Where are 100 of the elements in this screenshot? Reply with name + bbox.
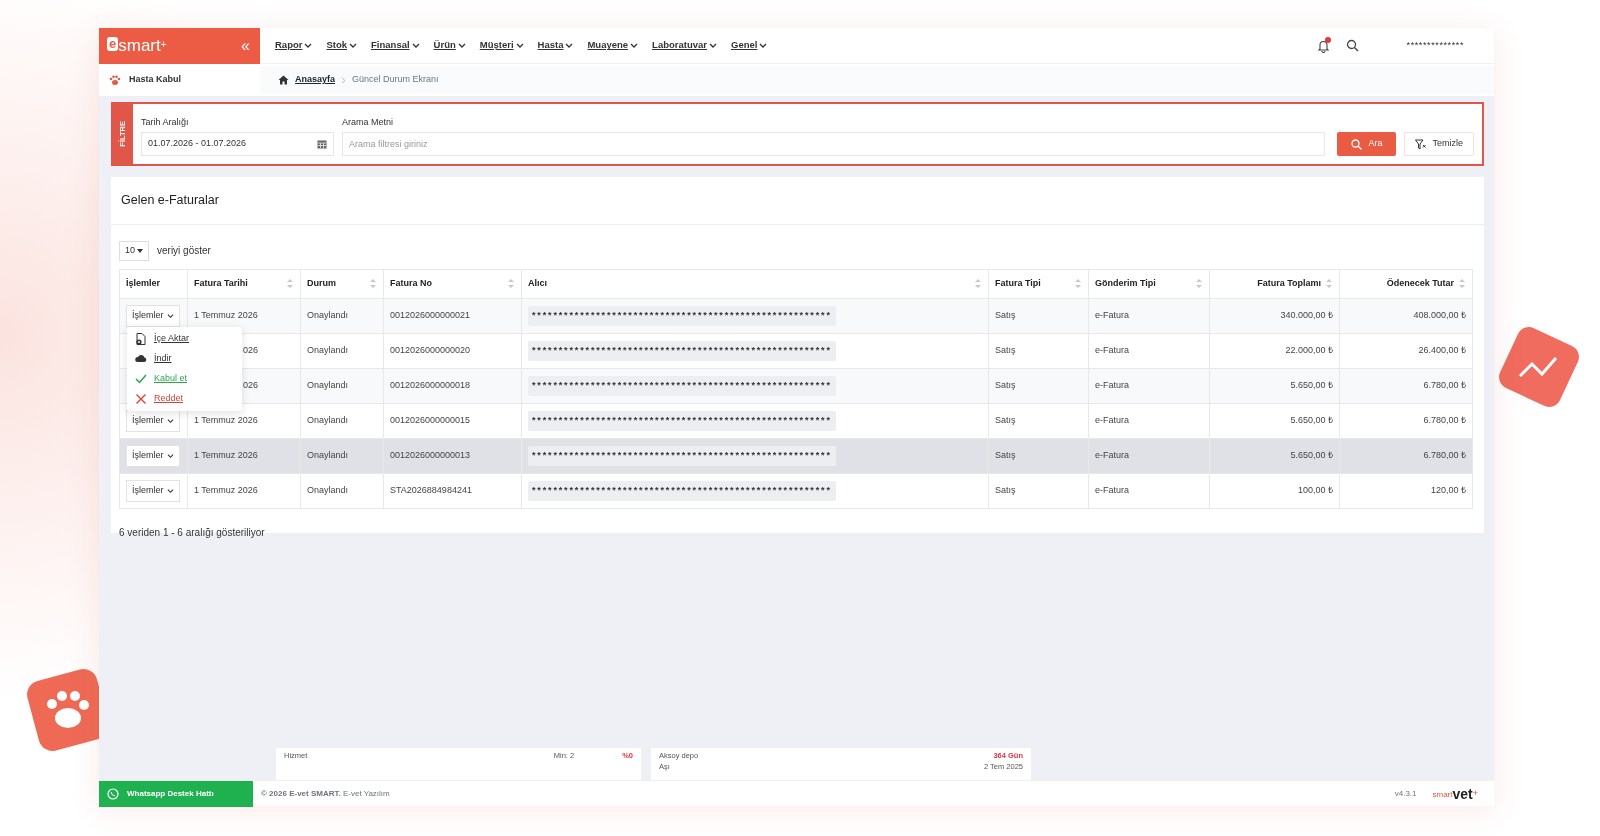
actions-dropdown-button[interactable]: İşlemler <box>126 480 180 502</box>
caret-icon <box>515 42 524 49</box>
page-length-select[interactable]: 10 <box>119 240 149 261</box>
paw-icon <box>109 74 121 86</box>
table-cell: e-Fatura <box>1088 368 1210 404</box>
table-cell: Satış <box>988 473 1089 509</box>
filter-icon <box>1415 138 1427 150</box>
masked-recipient: ******************************************************** <box>528 376 836 396</box>
nav-menu-item[interactable]: Müşteri <box>472 38 531 53</box>
search-icon <box>1351 138 1363 150</box>
actions-dropdown-button[interactable]: İşlemler <box>126 445 180 467</box>
table-cell: 5.650,00 ₺ <box>1209 438 1340 474</box>
brand-logo: smartvet+ <box>1432 786 1478 801</box>
length-label: veriyi göster <box>157 244 211 259</box>
masked-recipient: ******************************************************** <box>528 306 836 326</box>
nav-menu-item[interactable]: Ürün <box>426 38 473 53</box>
breadcrumb-link[interactable]: Anasayfa <box>295 73 336 87</box>
table-cell: 6.780,00 ₺ <box>1339 368 1473 404</box>
nav-menu-item[interactable]: Rapor <box>268 38 320 53</box>
table-cell: Satış <box>988 438 1089 474</box>
table-cell: Onaylandı <box>300 368 384 404</box>
logo-plus: + <box>160 38 167 50</box>
user-name[interactable]: ************** <box>1406 38 1464 53</box>
nav-menu-item[interactable]: Finansal <box>364 38 427 53</box>
caret-icon <box>565 42 574 49</box>
table-cell: Satış <box>988 368 1089 404</box>
field-label: Arama Metni <box>342 115 395 129</box>
nav-menu-item[interactable]: Laboratuvar <box>645 38 724 53</box>
sidebar-item[interactable]: Hasta Kabul <box>99 64 260 96</box>
cloud-icon <box>135 352 147 365</box>
actions-dropdown-button[interactable]: İşlemler <box>126 305 180 327</box>
column-header[interactable]: Durum <box>300 269 384 299</box>
breadcrumb-current: Güncel Durum Ekranı <box>352 73 439 87</box>
version-text: v4.3.1 <box>1394 787 1417 800</box>
check-icon <box>135 372 147 385</box>
column-header[interactable]: Ödenecek Tutar <box>1339 269 1473 299</box>
nav-menu-item[interactable]: Stok <box>319 38 365 53</box>
caret-icon <box>166 312 174 319</box>
table-cell: e-Fatura <box>1088 333 1210 369</box>
column-header[interactable]: İşlemler <box>119 269 188 299</box>
chat-icon <box>107 787 119 800</box>
home-icon <box>278 75 289 85</box>
column-header[interactable]: Fatura Tipi <box>988 269 1089 299</box>
table-cell: 5.650,00 ₺ <box>1209 403 1340 439</box>
caret-icon <box>630 42 639 49</box>
table-cell: 120,00 ₺ <box>1339 473 1473 509</box>
caret-icon <box>759 42 768 49</box>
logo-mark: e <box>107 37 119 51</box>
nav-menu-item[interactable]: Muayene <box>580 38 646 53</box>
table-cell: e-Fatura <box>1088 473 1210 509</box>
table-cell: Satış <box>988 298 1089 334</box>
table-cell: 0012026000000020 <box>383 333 522 369</box>
table-cell: 100,00 ₺ <box>1209 473 1340 509</box>
table-cell: 5.650,00 ₺ <box>1209 368 1340 404</box>
table-cell: e-Fatura <box>1088 403 1210 439</box>
card-title: Gelen e-Faturalar <box>111 177 1484 225</box>
caret-icon <box>349 42 358 49</box>
table-cell: Onaylandı <box>300 473 384 509</box>
column-header[interactable]: Fatura Tarihi <box>187 269 301 299</box>
table-cell: 6.780,00 ₺ <box>1339 403 1473 439</box>
actions-dropdown-button[interactable]: İşlemler <box>126 410 180 432</box>
table-cell: 1 Temmuz 2026 <box>187 438 301 474</box>
nav-menu-item[interactable]: Genel <box>724 38 775 53</box>
column-header[interactable]: Fatura No <box>383 269 522 299</box>
search-field[interactable]: Arama filtresi giriniz <box>342 132 1326 156</box>
table-cell: 22.000,00 ₺ <box>1209 333 1340 369</box>
table-cell: Satış <box>988 403 1089 439</box>
table-cell: e-Fatura <box>1088 438 1210 474</box>
caret-icon <box>304 42 313 49</box>
field-label: Tarih Aralığı <box>141 115 190 129</box>
caret-icon <box>166 417 174 424</box>
date-range-field[interactable]: 01.07.2026 - 01.07.2026 <box>141 132 334 156</box>
table-cell: 0012026000000021 <box>383 298 522 334</box>
table-cell: STA2026884984241 <box>383 473 522 509</box>
caret-icon <box>411 42 420 49</box>
column-header[interactable]: Fatura Toplamı <box>1209 269 1340 299</box>
table-cell: 0012026000000013 <box>383 438 522 474</box>
logo-text: smart <box>118 37 161 54</box>
table-cell: Onaylandı <box>300 403 384 439</box>
masked-recipient: ******************************************************** <box>528 446 836 466</box>
search-icon[interactable] <box>1345 39 1359 52</box>
table-cell: 340.000,00 ₺ <box>1209 298 1340 334</box>
column-header[interactable]: Gönderim Tipi <box>1088 269 1210 299</box>
table-cell: Onaylandı <box>300 438 384 474</box>
table-cell: e-Fatura <box>1088 298 1210 334</box>
table-cell: 26.400,00 ₺ <box>1339 333 1473 369</box>
table-cell: 0012026000000018 <box>383 368 522 404</box>
notification-button[interactable] <box>1316 37 1330 54</box>
table-cell: 408.000,00 ₺ <box>1339 298 1473 334</box>
caret-icon <box>709 42 717 49</box>
table-cell: Onaylandı <box>300 333 384 369</box>
copyright-text: © 2026 E-vet SMART. E-vet Yazılım <box>261 787 391 800</box>
caret-icon <box>166 487 174 494</box>
column-header[interactable]: Alıcı <box>521 269 989 299</box>
table-cell: Onaylandı <box>300 298 384 334</box>
masked-recipient: ******************************************************** <box>528 341 836 361</box>
bell-icon <box>1316 39 1330 54</box>
clear-button[interactable]: Temizle <box>1404 132 1474 156</box>
close-icon <box>135 392 147 405</box>
nav-menu-item[interactable]: Hasta <box>530 38 581 53</box>
